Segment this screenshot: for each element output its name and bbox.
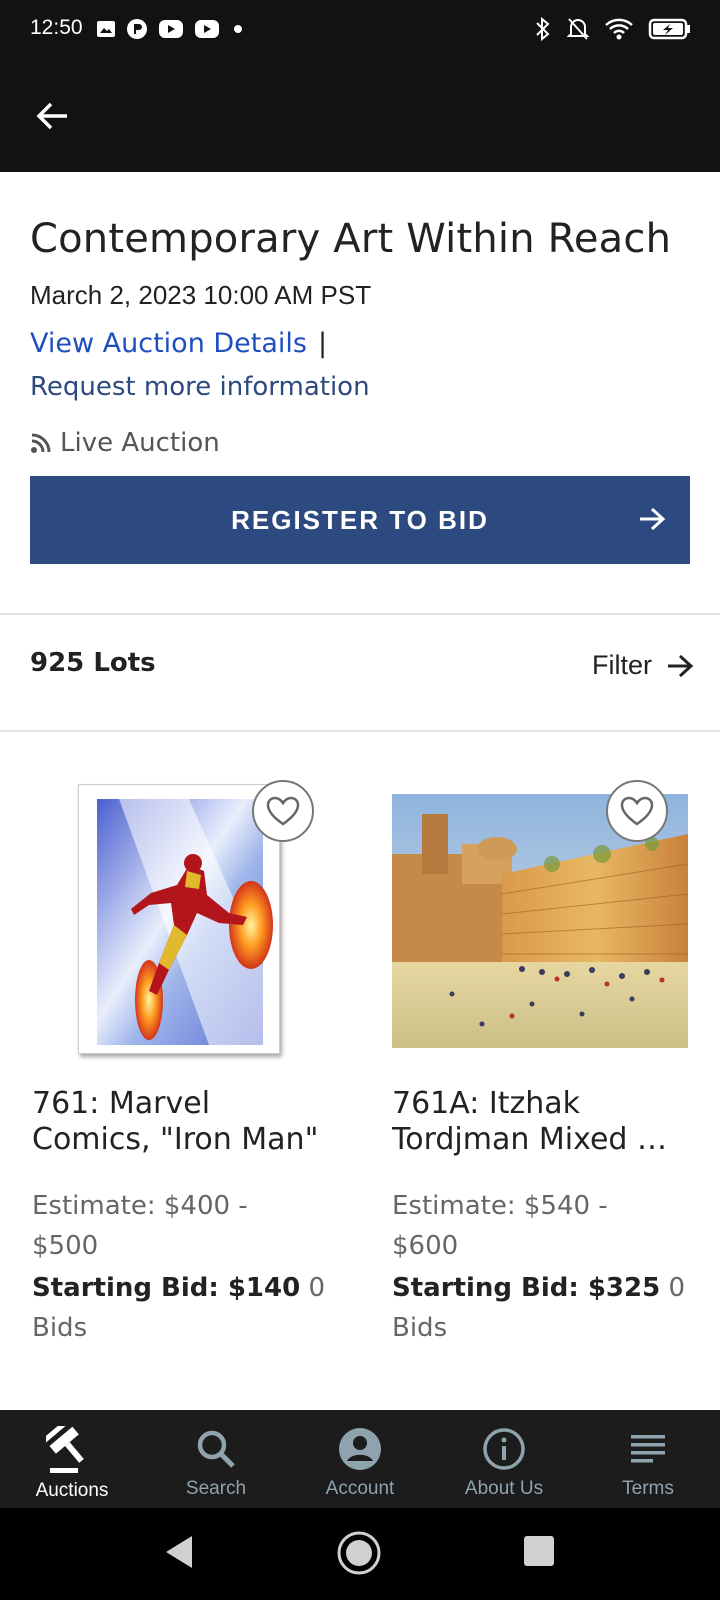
lot-title-line: Tordjman Mixed Media <box>392 1122 688 1157</box>
back-triangle-icon[interactable] <box>162 1532 196 1572</box>
nav-label: Account <box>325 1478 395 1499</box>
lot-title-line: Comics, "Iron Man" <box>32 1122 319 1157</box>
home-circle-icon[interactable] <box>336 1530 382 1576</box>
lot-estimate: Estimate: $400 - $500 <box>32 1186 312 1266</box>
account-icon <box>339 1428 381 1470</box>
estimate-line: $500 <box>32 1231 99 1261</box>
auction-title: Contemporary Art Within Reach <box>30 216 672 262</box>
nav-item-terms[interactable]: Terms <box>576 1410 720 1508</box>
lot-image-container <box>390 780 688 1066</box>
status-bar: 12:50 <box>0 0 720 60</box>
youtube-icon <box>195 20 219 38</box>
search-icon <box>197 1430 235 1468</box>
register-to-bid-button[interactable]: REGISTER TO BID <box>30 476 690 564</box>
lot-bid-info: Starting Bid: $140 0 Bids <box>32 1268 332 1348</box>
lot-image-container <box>30 780 326 1066</box>
estimate-line: Estimate: $540 - <box>392 1191 608 1221</box>
divider <box>0 730 720 732</box>
auction-date: March 2, 2023 10:00 AM PST <box>30 280 372 310</box>
lot-bid-info: Starting Bid: $325 0 Bids <box>392 1268 692 1348</box>
bids-count: 0 <box>308 1273 326 1303</box>
nav-label: About Us <box>464 1478 544 1499</box>
lot-estimate: Estimate: $540 - $600 <box>392 1186 672 1266</box>
lot-title[interactable]: 761A: Itzhak Tordjman Mixed Media <box>392 1086 688 1158</box>
iron-man-artwork <box>97 799 273 1045</box>
system-status-icons <box>534 16 692 42</box>
mute-icon <box>566 18 590 40</box>
dot-icon <box>234 25 242 33</box>
starting-bid: Starting Bid: $140 <box>32 1273 301 1303</box>
back-button[interactable] <box>28 92 76 140</box>
filter-button[interactable]: Filter <box>592 650 694 681</box>
arrow-right-icon <box>668 654 694 677</box>
heart-icon <box>620 796 654 826</box>
bottom-nav: Auctions Search Account About Us Terms <box>0 1410 720 1508</box>
lot-title-line: 761A: Itzhak <box>392 1086 581 1121</box>
bluetooth-icon <box>536 16 550 42</box>
lot-title-line: 761: Marvel <box>32 1086 211 1121</box>
lot-card[interactable]: 761: Marvel Comics, "Iron Man" Estimate:… <box>30 780 330 1343</box>
app-bar <box>0 60 720 172</box>
nav-label: Terms <box>622 1478 674 1499</box>
bids-label: Bids <box>32 1313 88 1343</box>
nav-item-about-us[interactable]: About Us <box>432 1410 576 1508</box>
auction-type: Live Auction <box>30 428 220 458</box>
register-to-bid-label: REGISTER TO BID <box>231 504 489 535</box>
estimate-line: Estimate: $400 - <box>32 1191 248 1221</box>
lots-count: 925 Lots <box>30 648 156 678</box>
battery-charging-icon <box>648 18 690 40</box>
system-nav-bar <box>0 1508 720 1600</box>
estimate-line: $600 <box>392 1231 459 1261</box>
lot-image[interactable] <box>78 784 280 1054</box>
gallery-icon <box>97 21 115 37</box>
link-separator: | <box>318 328 328 359</box>
auction-content: Contemporary Art Within Reach March 2, 2… <box>0 172 720 1410</box>
nav-item-search[interactable]: Search <box>144 1410 288 1508</box>
nav-label: Auctions <box>35 1480 109 1501</box>
starting-bid: Starting Bid: $325 <box>392 1273 661 1303</box>
bids-label: Bids <box>392 1313 448 1343</box>
youtube-icon <box>159 20 183 38</box>
heart-icon <box>266 796 300 826</box>
gavel-icon <box>46 1426 84 1473</box>
arrow-left-icon <box>36 102 67 130</box>
list-icon <box>631 1435 665 1463</box>
favorite-button[interactable] <box>252 780 314 842</box>
info-icon <box>483 1428 525 1470</box>
divider <box>0 613 720 615</box>
notification-icons <box>96 18 246 40</box>
nav-item-auctions[interactable]: Auctions <box>0 1410 144 1508</box>
view-auction-details-link[interactable]: View Auction Details <box>30 328 307 359</box>
lot-title[interactable]: 761: Marvel Comics, "Iron Man" <box>32 1086 328 1158</box>
wifi-icon <box>605 18 633 40</box>
nav-label: Search <box>185 1478 247 1499</box>
filter-label: Filter <box>592 650 652 680</box>
bids-count: 0 <box>668 1273 686 1303</box>
p-app-icon <box>127 19 147 39</box>
auction-type-label: Live Auction <box>60 428 220 458</box>
status-time: 12:50 <box>30 16 83 39</box>
nav-item-account[interactable]: Account <box>288 1410 432 1508</box>
favorite-button[interactable] <box>606 780 668 842</box>
lot-card[interactable]: 761A: Itzhak Tordjman Mixed Media Estima… <box>390 780 690 1343</box>
rss-icon <box>31 433 51 453</box>
recents-square-icon[interactable] <box>522 1534 556 1568</box>
request-info-link[interactable]: Request more information <box>30 372 370 402</box>
arrow-right-icon <box>640 507 666 531</box>
